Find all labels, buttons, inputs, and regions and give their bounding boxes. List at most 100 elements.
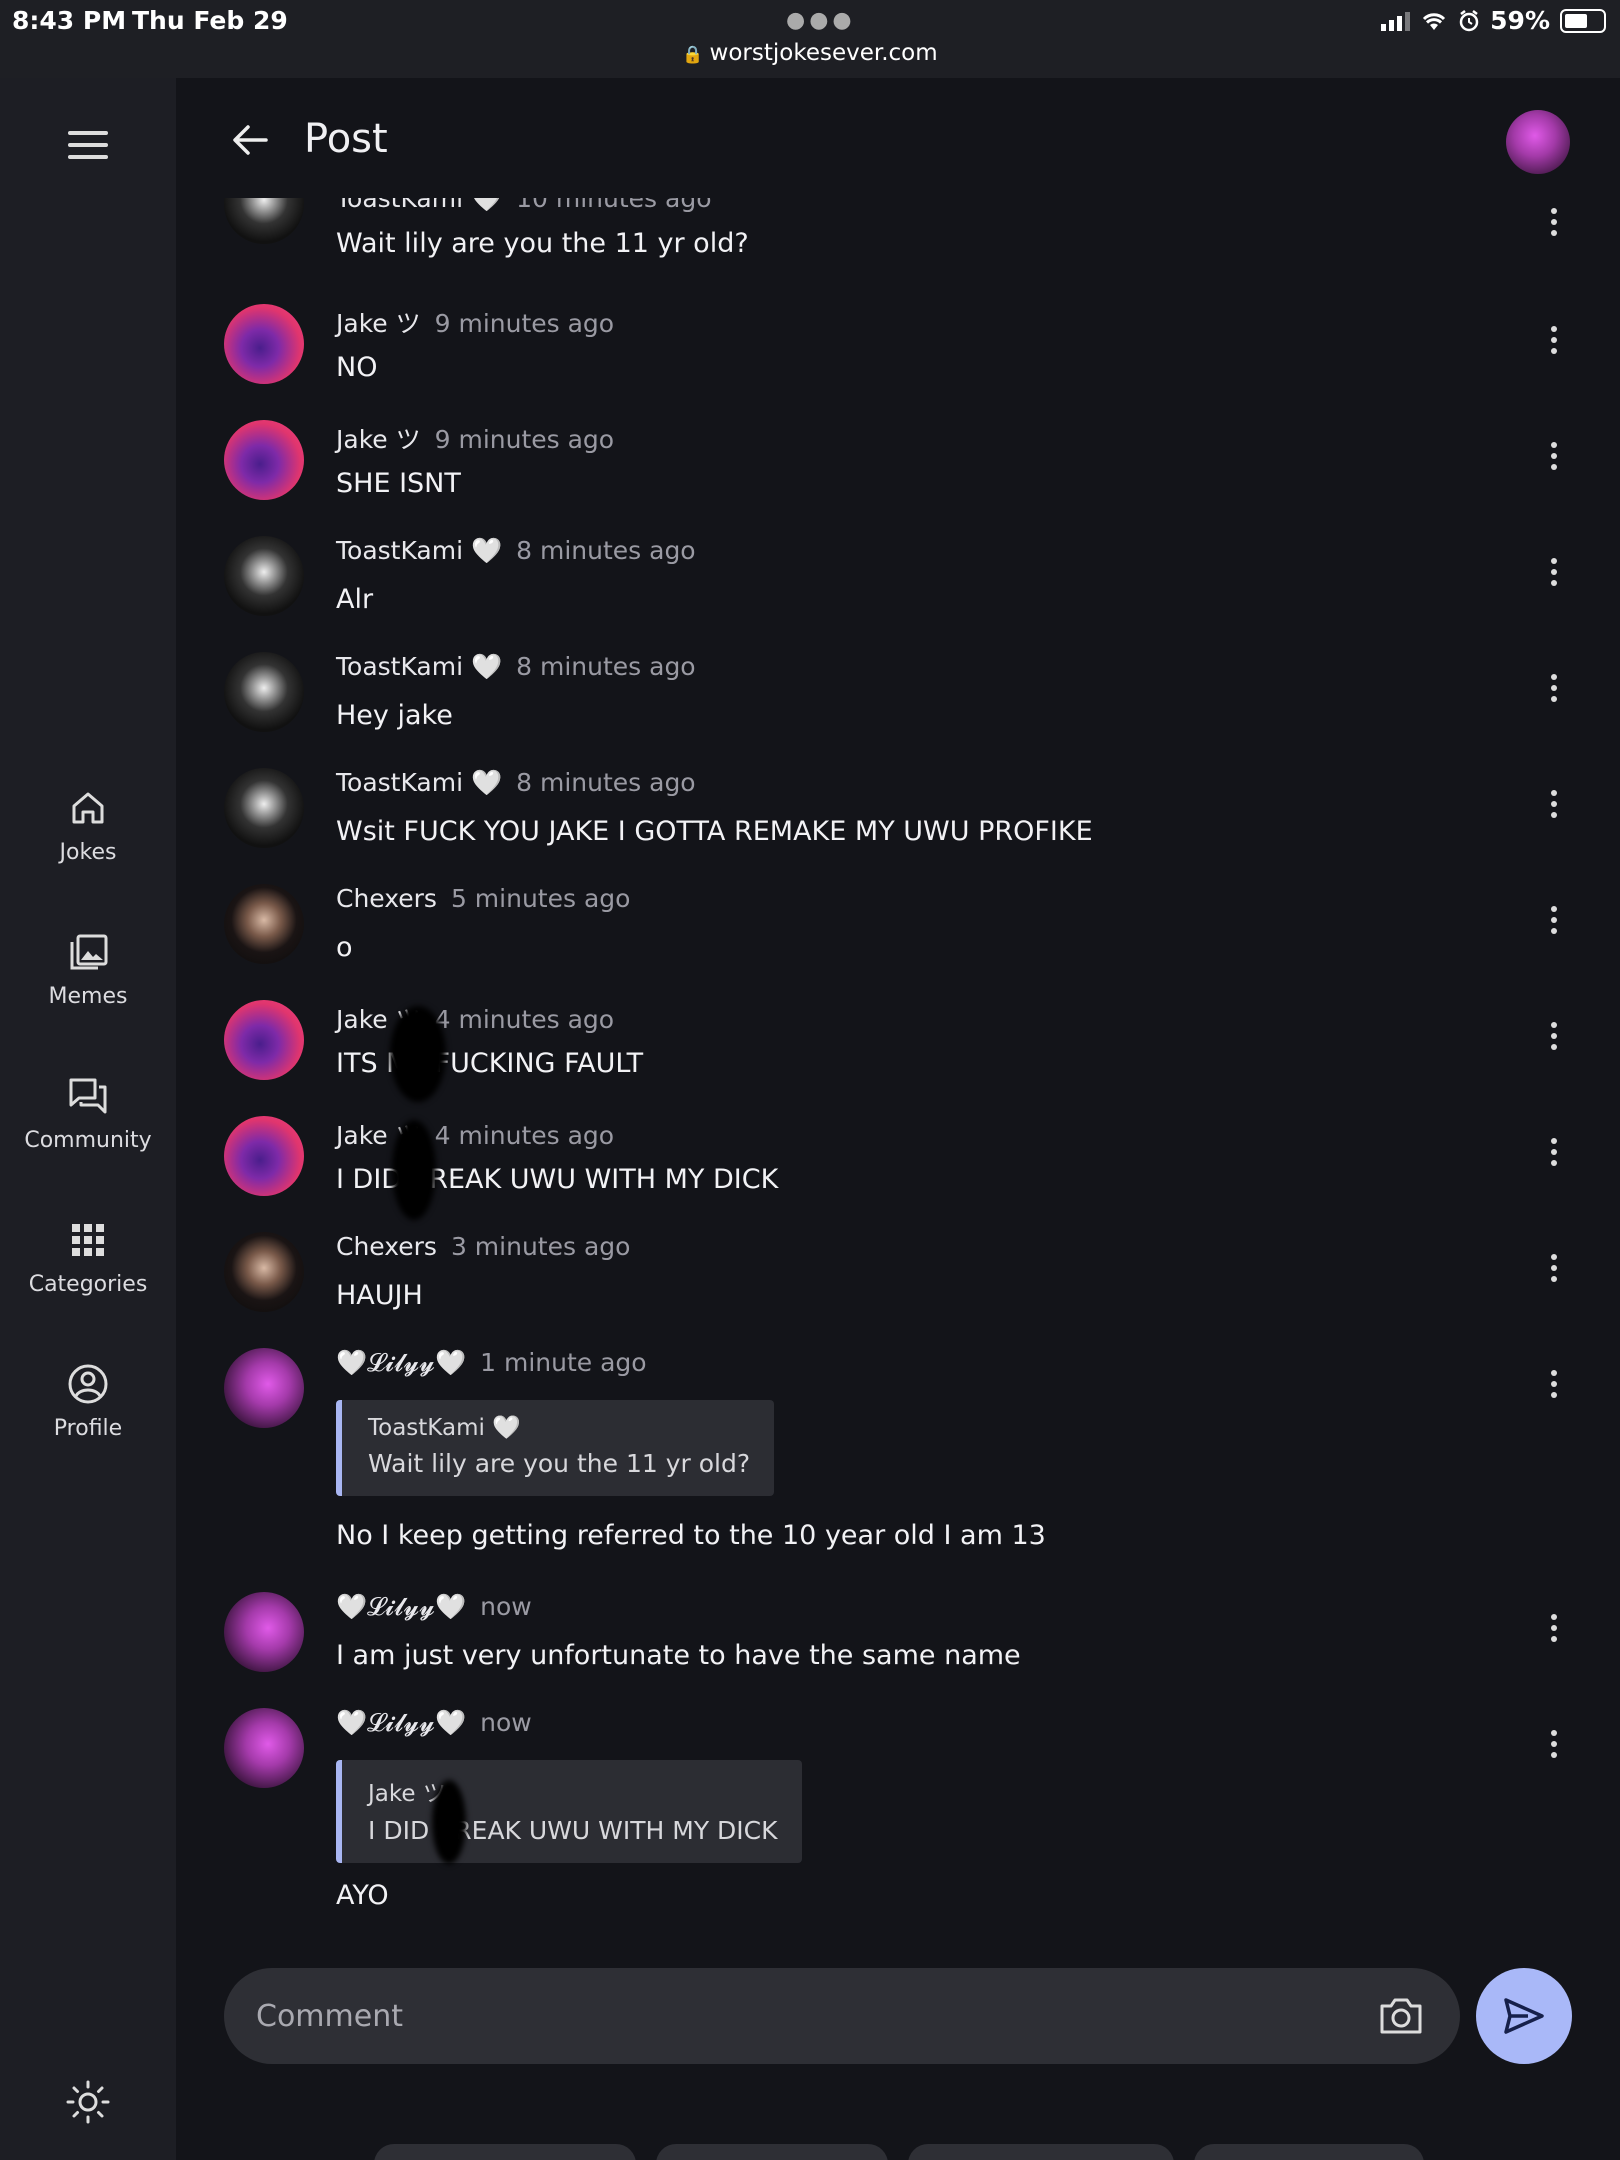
- back-arrow-icon[interactable]: [228, 118, 272, 162]
- quoted-reply[interactable]: ToastKami 🤍 Wait lily are you the 11 yr …: [336, 1400, 775, 1496]
- status-bar: 8:43 PM Thu Feb 29 ●●● 🔒 worstjokesever.c…: [0, 0, 1620, 78]
- comment-header: 🤍𝓛𝓲𝓵𝔂𝔂🤍 now: [336, 1592, 532, 1622]
- comment-text: HAUJH: [336, 1280, 423, 1311]
- comment-header: Jake ツ 9 minutes ago: [336, 420, 614, 456]
- comment-author[interactable]: Chexers: [336, 884, 437, 913]
- comment-text: Hey jake: [336, 700, 453, 731]
- comment-text: Alr: [336, 584, 374, 615]
- comment-header: Jake ツ4 minutes ago: [336, 1000, 614, 1036]
- avatar[interactable]: [224, 304, 304, 384]
- sidebar: Jokes Memes Community Categories Profile: [0, 78, 176, 2160]
- bottom-chip[interactable]: [374, 2144, 636, 2160]
- cellular-signal-icon: [1381, 11, 1411, 31]
- comment-time: now: [480, 1592, 532, 1621]
- sidebar-item-memes[interactable]: Memes: [0, 930, 176, 1009]
- comment-header: 🤍𝓛𝓲𝓵𝔂𝔂🤍 1 minute ago: [336, 1348, 647, 1378]
- comment-composer: [224, 1968, 1460, 2064]
- grid-icon: [72, 1224, 104, 1256]
- status-date: Thu Feb 29: [132, 6, 288, 35]
- sidebar-item-label: Community: [24, 1128, 152, 1153]
- comment-time: 9 minutes ago: [434, 425, 615, 454]
- more-options-icon[interactable]: [1548, 1370, 1560, 1404]
- more-options-icon[interactable]: [1548, 1614, 1560, 1648]
- more-options-icon[interactable]: [1548, 1254, 1560, 1288]
- more-options-icon[interactable]: [1548, 1022, 1560, 1056]
- more-options-icon[interactable]: [1548, 1138, 1560, 1172]
- sidebar-item-categories[interactable]: Categories: [0, 1218, 176, 1297]
- comment-time: 4 minutes ago: [434, 1121, 615, 1150]
- comment-author[interactable]: Chexers: [336, 1232, 437, 1261]
- address-bar[interactable]: 🔒 worstjokesever.com: [0, 40, 1620, 66]
- comment-author[interactable]: 🤍𝓛𝓲𝓵𝔂𝔂🤍: [336, 1592, 466, 1621]
- avatar[interactable]: [224, 1348, 304, 1428]
- comment-time: 1 minute ago: [480, 1348, 647, 1377]
- avatar[interactable]: [224, 198, 304, 244]
- more-options-icon[interactable]: [1548, 326, 1560, 360]
- comment-thread[interactable]: ToastKami 🤍 10 minutes ago Wait lily are …: [176, 198, 1620, 1938]
- more-options-icon[interactable]: [1548, 906, 1560, 940]
- more-options-icon[interactable]: [1548, 208, 1560, 242]
- sidebar-item-jokes[interactable]: Jokes: [0, 786, 176, 865]
- bottom-chip[interactable]: [908, 2144, 1174, 2160]
- more-options-icon[interactable]: [1548, 790, 1560, 824]
- comment-header: ToastKami 🤍 10 minutes ago: [336, 198, 712, 214]
- send-button[interactable]: [1476, 1968, 1572, 2064]
- sidebar-item-profile[interactable]: Profile: [0, 1362, 176, 1441]
- url-text: worstjokesever.com: [709, 40, 938, 66]
- comment-text: No I keep getting referred to the 10 yea…: [336, 1520, 1046, 1551]
- send-icon: [1504, 1998, 1544, 2034]
- comment-text: Wait lily are you the 11 yr old?: [336, 228, 749, 259]
- forum-icon: [69, 1078, 107, 1114]
- comment-header: Chexers 3 minutes ago: [336, 1232, 630, 1261]
- comment-author[interactable]: Jake ツ: [336, 309, 421, 338]
- quoted-reply[interactable]: Jake ツ I DID BREAK UWU WITH MY DICK: [336, 1760, 802, 1863]
- comment-time: 3 minutes ago: [450, 1232, 631, 1261]
- comment-text: I am just very unfortunate to have the s…: [336, 1640, 1021, 1671]
- avatar[interactable]: [224, 768, 304, 848]
- comment-input[interactable]: [256, 1968, 1356, 2064]
- status-time: 8:43 PM: [12, 6, 127, 35]
- multitasking-dots-icon[interactable]: ●●●: [786, 8, 856, 33]
- comment-header: 🤍𝓛𝓲𝓵𝔂𝔂🤍 now: [336, 1708, 532, 1738]
- hamburger-menu-icon[interactable]: [68, 131, 108, 161]
- camera-icon[interactable]: [1378, 1994, 1424, 2038]
- comment-author[interactable]: 🤍𝓛𝓲𝓵𝔂𝔂🤍: [336, 1708, 466, 1737]
- comment-time: 9 minutes ago: [434, 309, 615, 338]
- comment-author[interactable]: ToastKami 🤍: [336, 652, 502, 681]
- comment-header: ToastKami 🤍 8 minutes ago: [336, 536, 696, 566]
- avatar[interactable]: [224, 1232, 304, 1312]
- avatar[interactable]: [224, 1000, 304, 1080]
- sidebar-item-label: Categories: [28, 1272, 148, 1297]
- theme-toggle-sun-icon[interactable]: [64, 2078, 112, 2126]
- user-avatar[interactable]: [1506, 110, 1570, 174]
- more-options-icon[interactable]: [1548, 558, 1560, 592]
- more-options-icon[interactable]: [1548, 442, 1560, 476]
- sidebar-item-community[interactable]: Community: [0, 1074, 176, 1153]
- avatar[interactable]: [224, 1592, 304, 1672]
- comment-text: o: [336, 932, 353, 963]
- comment-author[interactable]: ToastKami 🤍: [336, 768, 502, 797]
- comment-author[interactable]: ToastKami 🤍: [336, 536, 502, 565]
- comment-header: ToastKami 🤍 8 minutes ago: [336, 652, 696, 682]
- avatar[interactable]: [224, 420, 304, 500]
- more-options-icon[interactable]: [1548, 674, 1560, 708]
- wifi-icon: [1423, 12, 1446, 30]
- avatar[interactable]: [224, 884, 304, 964]
- more-options-icon[interactable]: [1548, 1730, 1560, 1764]
- comment-text: NO: [336, 352, 378, 383]
- sidebar-item-label: Memes: [48, 984, 128, 1009]
- avatar[interactable]: [224, 652, 304, 732]
- bottom-chip[interactable]: [1194, 2144, 1424, 2160]
- quoted-author: ToastKami 🤍: [368, 1415, 521, 1441]
- comment-text: AYO: [336, 1880, 389, 1911]
- avatar[interactable]: [224, 1708, 304, 1788]
- avatar[interactable]: [224, 1116, 304, 1196]
- comment-time: 5 minutes ago: [450, 884, 631, 913]
- comment-author[interactable]: Jake ツ: [336, 425, 421, 454]
- sidebar-item-label: Profile: [53, 1416, 123, 1441]
- alarm-icon: [1459, 9, 1479, 31]
- comment-author[interactable]: 🤍𝓛𝓲𝓵𝔂𝔂🤍: [336, 1348, 466, 1377]
- bottom-chip[interactable]: [656, 2144, 888, 2160]
- avatar[interactable]: [224, 536, 304, 616]
- comment-author[interactable]: ToastKami 🤍: [336, 198, 502, 213]
